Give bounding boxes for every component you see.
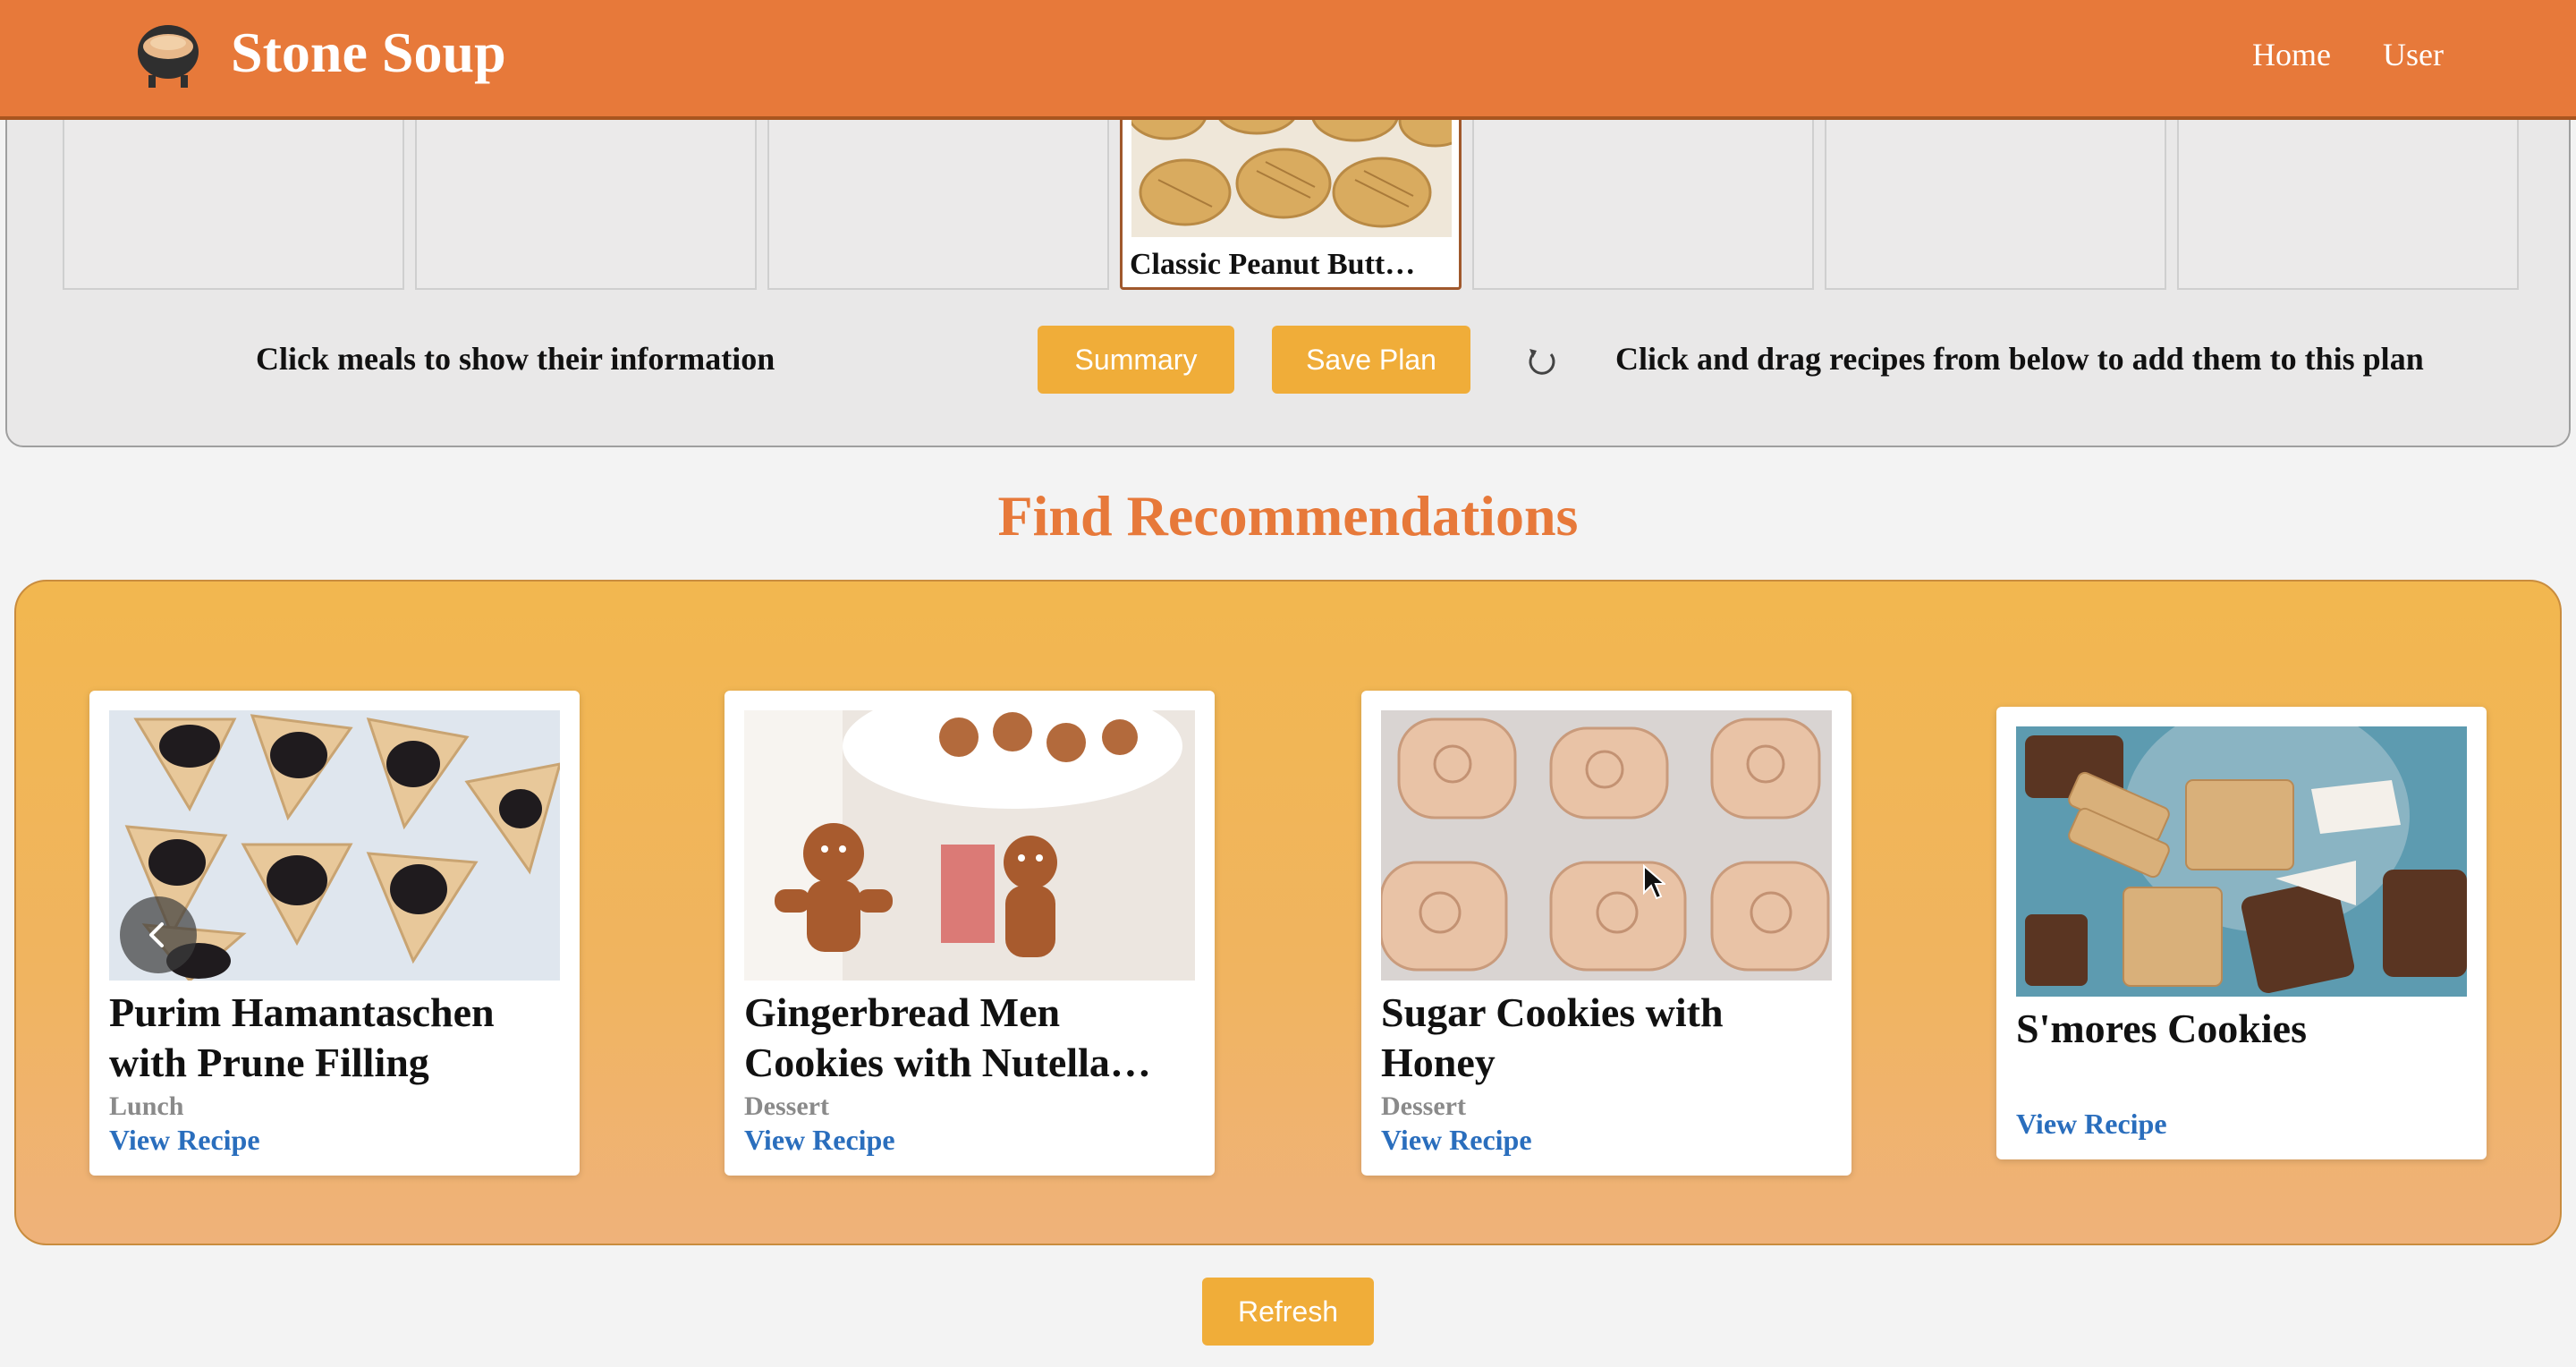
brand-title[interactable]: Stone Soup: [231, 20, 506, 86]
nav-user-link[interactable]: User: [2383, 36, 2444, 73]
recipe-card-title: Gingerbread Men Cookies with Nutella…: [744, 989, 1151, 1085]
plan-slot-1[interactable]: [63, 91, 404, 290]
gingerbread-image: [744, 710, 1195, 981]
recipe-card[interactable]: S'mores Cookies View Recipe: [1996, 707, 2487, 1159]
drag-recipes-hint: Click and drag recipes from below to add…: [1615, 341, 2424, 377]
sugar-cookies-image: [1381, 710, 1832, 981]
plan-slot-3[interactable]: [767, 91, 1109, 290]
recipe-card-category: Dessert: [1381, 1091, 1466, 1121]
recipe-card-category: Dessert: [744, 1091, 829, 1121]
top-navbar: Stone Soup Home User: [0, 0, 2576, 120]
summary-button[interactable]: Summary: [1038, 326, 1234, 394]
recipe-card[interactable]: Sugar Cookies with Honey Dessert View Re…: [1361, 691, 1852, 1176]
nav-home-link[interactable]: Home: [2252, 36, 2331, 73]
reset-icon[interactable]: [1524, 344, 1560, 379]
view-recipe-link[interactable]: View Recipe: [2016, 1108, 2167, 1141]
carousel-prev-button[interactable]: [120, 896, 197, 973]
recipe-card-title: Purim Hamantaschen with Prune Filling: [109, 989, 495, 1085]
chevron-left-icon: [149, 922, 164, 947]
meal-info-hint: Click meals to show their information: [256, 341, 775, 377]
save-plan-button[interactable]: Save Plan: [1272, 326, 1470, 394]
plan-slot-4-title: Classic Peanut Butt…: [1130, 248, 1416, 281]
refresh-button[interactable]: Refresh: [1202, 1278, 1374, 1346]
plan-slot-5[interactable]: [1472, 91, 1814, 290]
recipe-card-title: Sugar Cookies with Honey: [1381, 989, 1724, 1085]
plan-slot-4[interactable]: Classic Peanut Butt…: [1120, 91, 1462, 290]
recipe-card[interactable]: Gingerbread Men Cookies with Nutella… De…: [724, 691, 1215, 1176]
recommendations-title: Find Recommendations: [997, 484, 1579, 548]
recipe-card-title: S'mores Cookies: [2016, 1006, 2307, 1051]
plan-slot-6[interactable]: [1825, 91, 2166, 290]
recipe-card-category: Lunch: [109, 1091, 184, 1121]
plan-slot-7[interactable]: [2177, 91, 2519, 290]
view-recipe-link[interactable]: View Recipe: [1381, 1124, 1532, 1157]
smores-cookies-image: [2016, 726, 2467, 997]
view-recipe-link[interactable]: View Recipe: [109, 1124, 260, 1157]
soup-pot-icon[interactable]: [132, 21, 204, 93]
meal-plan-panel: Classic Peanut Butt… Click meals to show…: [5, 89, 2571, 447]
mouse-cursor-icon: [1643, 864, 1665, 900]
view-recipe-link[interactable]: View Recipe: [744, 1124, 895, 1157]
plan-slot-2[interactable]: [415, 91, 757, 290]
